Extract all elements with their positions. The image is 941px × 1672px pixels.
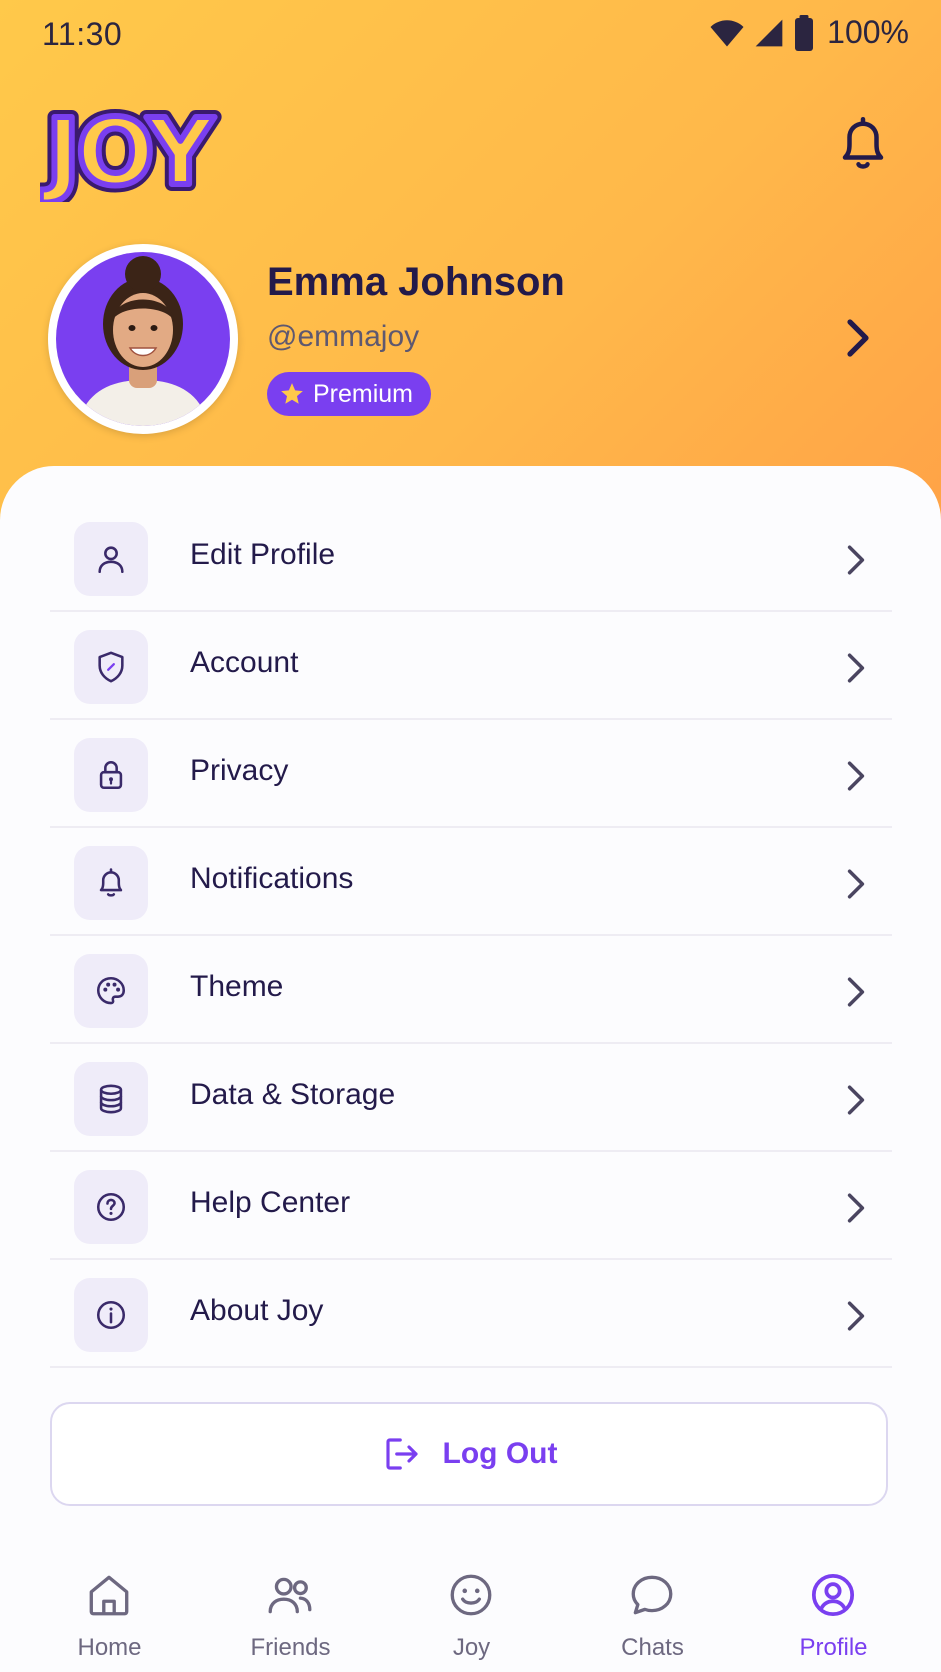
nav-item-friends[interactable]: Friends (200, 1548, 381, 1672)
battery-icon (795, 14, 814, 51)
status-icons: 100% (709, 14, 909, 51)
home-icon (89, 1575, 129, 1616)
chevron-right-icon (847, 1085, 865, 1115)
menu-item-about-joy[interactable]: About Joy (50, 1260, 892, 1368)
nav-item-profile[interactable]: Profile (743, 1548, 924, 1672)
nav-label: Profile (799, 1634, 868, 1661)
avatar-photo (56, 252, 230, 426)
nav-item-joy[interactable]: Joy (381, 1548, 562, 1672)
chevron-right-icon[interactable] (846, 318, 870, 358)
profile-handle: @emmajoy (267, 320, 420, 353)
settings-menu: Edit Profile Account Privacy Notificatio… (50, 504, 892, 1368)
star-icon (281, 383, 303, 404)
help-circle-icon (96, 1192, 126, 1222)
menu-icon-box (74, 522, 148, 596)
premium-badge-label: Premium (313, 379, 414, 408)
cellular-signal-icon (755, 19, 783, 46)
status-time: 11:30 (42, 16, 123, 52)
joy-logo: JOY JOY (40, 92, 226, 202)
chevron-right-icon (847, 761, 865, 791)
chevron-right-icon (847, 1193, 865, 1223)
menu-item-help-center[interactable]: Help Center (50, 1152, 892, 1260)
lock-icon (99, 760, 123, 790)
menu-item-label: About Joy (190, 1294, 324, 1327)
menu-item-edit-profile[interactable]: Edit Profile (50, 504, 892, 612)
menu-icon-box (74, 738, 148, 812)
logout-icon (385, 1438, 418, 1470)
chat-bubble-icon (631, 1575, 673, 1615)
nav-label: Joy (452, 1634, 491, 1661)
menu-icon-box (74, 1278, 148, 1352)
palette-icon (96, 976, 126, 1005)
shield-icon (98, 651, 124, 683)
menu-item-label: Data & Storage (190, 1078, 396, 1111)
info-circle-icon (96, 1300, 126, 1330)
bell-icon (99, 868, 123, 897)
menu-item-privacy[interactable]: Privacy (50, 720, 892, 828)
chevron-right-icon (847, 1301, 865, 1331)
chevron-right-icon (847, 653, 865, 683)
menu-item-account[interactable]: Account (50, 612, 892, 720)
notifications-bell-icon[interactable] (836, 114, 890, 174)
nav-label: Chats (621, 1634, 684, 1661)
menu-item-label: Edit Profile (190, 538, 336, 571)
nav-item-chats[interactable]: Chats (562, 1548, 743, 1672)
user-icon (98, 546, 124, 574)
menu-icon-box (74, 1062, 148, 1136)
svg-text:JOY: JOY (40, 99, 215, 202)
battery-percentage: 100% (827, 14, 909, 50)
menu-item-data-storage[interactable]: Data & Storage (50, 1044, 892, 1152)
database-icon (99, 1084, 123, 1114)
menu-item-label: Account (190, 646, 299, 679)
menu-icon-box (74, 846, 148, 920)
chevron-right-icon (847, 977, 865, 1007)
smiley-icon (450, 1574, 492, 1616)
logout-button[interactable]: Log Out (50, 1402, 888, 1506)
avatar[interactable] (48, 244, 238, 434)
nav-label: Friends (250, 1634, 331, 1661)
premium-badge: Premium (267, 372, 432, 416)
chevron-right-icon (847, 869, 865, 899)
nav-item-home[interactable]: Home (19, 1548, 200, 1672)
menu-item-notifications[interactable]: Notifications (50, 828, 892, 936)
nav-label: Home (77, 1634, 142, 1661)
menu-icon-box (74, 954, 148, 1028)
status-bar: 11:30 100% (0, 0, 941, 70)
menu-icon-box (74, 630, 148, 704)
wifi-icon (710, 19, 744, 46)
profile-name: Emma Johnson (267, 260, 565, 304)
friends-icon (268, 1577, 312, 1614)
logout-label: Log Out (442, 1437, 558, 1470)
menu-item-theme[interactable]: Theme (50, 936, 892, 1044)
menu-icon-box (74, 1170, 148, 1244)
menu-item-label: Theme (190, 970, 284, 1003)
menu-item-label: Notifications (190, 862, 354, 895)
bottom-navigation: Home Friends Joy Chats Profile (0, 1548, 941, 1672)
profile-circle-icon (811, 1573, 855, 1617)
chevron-right-icon (847, 545, 865, 575)
menu-item-label: Help Center (190, 1186, 351, 1219)
menu-item-label: Privacy (190, 754, 289, 787)
